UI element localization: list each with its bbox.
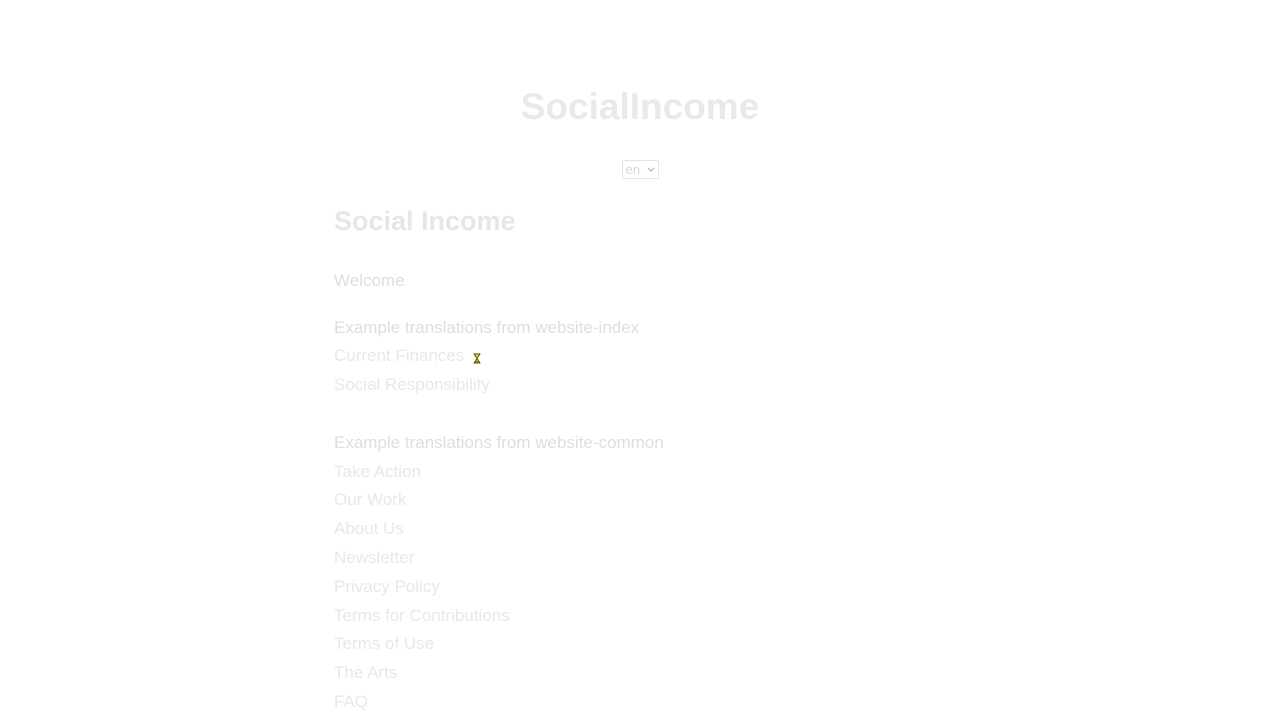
- link-about-us[interactable]: About Us: [334, 519, 404, 539]
- language-select-wrapper: en: [0, 160, 1280, 179]
- page: SocialIncome en Social Income Welcome Ex…: [0, 0, 1280, 720]
- link-terms-of-use[interactable]: Terms of Use: [334, 634, 434, 654]
- language-select[interactable]: en: [621, 160, 659, 179]
- language-select-value: en: [625, 162, 640, 177]
- common-section-heading: Example translations from website-common: [334, 433, 664, 452]
- chevron-down-icon: [647, 161, 655, 184]
- welcome-text: Welcome: [334, 271, 405, 290]
- link-privacy-policy[interactable]: Privacy Policy: [334, 577, 440, 597]
- link-faq[interactable]: FAQ: [334, 692, 368, 712]
- busy-cursor-icon: [472, 351, 482, 364]
- link-the-arts[interactable]: The Arts: [334, 663, 397, 683]
- link-newsletter[interactable]: Newsletter: [334, 548, 414, 568]
- link-current-finances[interactable]: Current Finances: [334, 346, 464, 366]
- link-our-work[interactable]: Our Work: [334, 490, 406, 510]
- link-take-action[interactable]: Take Action: [334, 462, 421, 482]
- index-section-heading: Example translations from website-index: [334, 318, 640, 337]
- site-title: SocialIncome: [520, 86, 760, 127]
- link-terms-for-contributions[interactable]: Terms for Contributions: [334, 606, 510, 626]
- link-social-responsibility[interactable]: Social Responsibility: [334, 375, 490, 395]
- page-title: Social Income: [334, 206, 516, 236]
